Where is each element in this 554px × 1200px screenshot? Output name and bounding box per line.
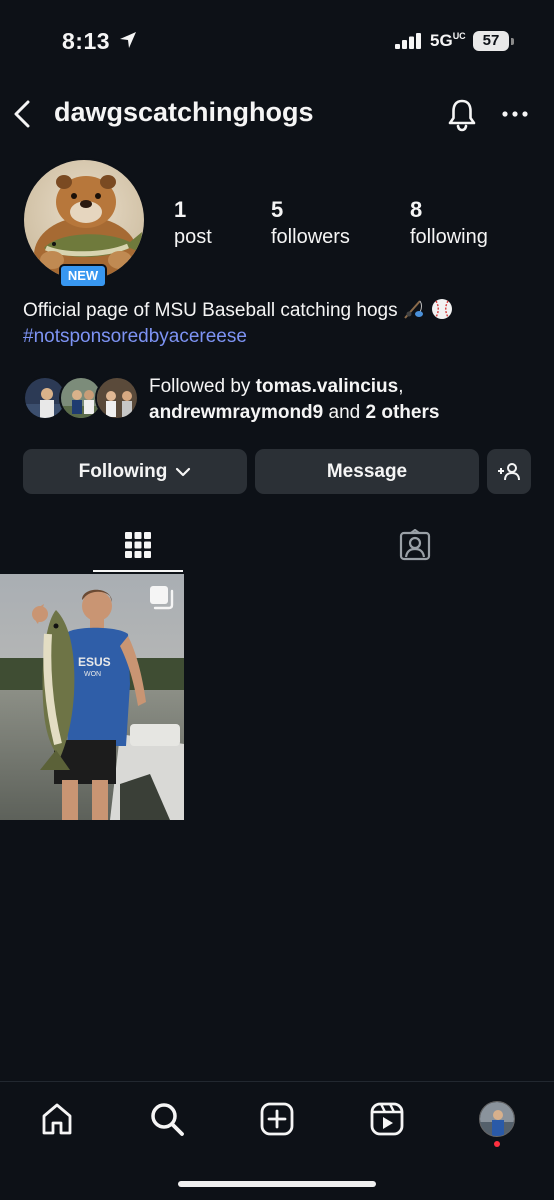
grid-icon [125,532,151,558]
profile-bio: Official page of MSU Baseball catching h… [23,297,533,350]
network-indicator: 5GUC [430,31,466,50]
location-arrow-icon [120,32,136,48]
nav-search[interactable] [147,1099,187,1139]
stat-followers[interactable]: 5 followers [271,196,350,250]
followers-count: 5 [271,197,284,222]
nav-profile[interactable] [477,1099,517,1139]
bio-hashtag-link[interactable]: #notsponsoredbyacereese [23,326,247,347]
suggest-people-button[interactable] [487,449,531,494]
baseball-emoji-icon [432,299,453,319]
svg-text:ESUS: ESUS [78,655,111,669]
bio-text: Official page of MSU Baseball catching h… [23,300,398,321]
following-button[interactable]: Following [23,449,247,494]
follower-avatar [95,376,139,420]
chevron-down-icon [176,467,191,476]
tagged-icon [399,529,431,561]
tab-posts-grid[interactable] [93,520,183,570]
followed-by-avatars[interactable] [23,376,141,422]
profile-username: dawgscatchinghogs [54,97,314,127]
add-person-icon [498,462,520,480]
following-count: 8 [410,197,423,222]
tab-tagged[interactable] [370,520,460,570]
followed-by-user[interactable]: andrewmraymond9 [149,402,323,423]
signal-icon [395,33,421,49]
message-button[interactable]: Message [255,449,479,494]
stat-posts[interactable]: 1 post [174,196,212,250]
more-icon[interactable] [501,106,529,122]
status-bar: 8:13 5GUC 57 [0,0,554,84]
posts-count: 1 [174,197,187,222]
notification-dot [494,1141,500,1147]
nav-create[interactable] [257,1099,297,1139]
reels-icon [370,1102,404,1136]
home-indicator [178,1181,376,1187]
followed-by-others[interactable]: 2 others [366,402,440,423]
bell-icon[interactable] [446,98,478,132]
fishing-pole-emoji-icon [404,300,423,319]
nav-reels[interactable] [367,1099,407,1139]
posts-label: post [174,226,212,248]
status-time: 8:13 [62,28,111,54]
fishing-photo: ESUS WON [0,574,184,820]
followed-by-text[interactable]: Followed by tomas.valincius, andrewmraym… [149,374,539,426]
followers-label: followers [271,226,350,248]
following-button-label: Following [78,460,168,482]
multiple-posts-icon [150,586,174,610]
message-button-label: Message [326,460,408,482]
battery-tip [511,38,514,45]
following-label: following [410,226,488,248]
active-tab-indicator [93,570,183,572]
stat-following[interactable]: 8 following [410,196,488,250]
search-icon [151,1103,184,1136]
nav-home[interactable] [37,1099,77,1139]
home-icon [42,1103,72,1135]
new-badge: NEW [59,264,107,288]
battery-indicator: 57 [473,31,509,51]
post-thumbnail[interactable]: ESUS WON [0,574,184,820]
create-icon [260,1102,294,1136]
back-icon[interactable] [10,98,34,130]
svg-text:WON: WON [84,671,101,678]
nav-profile-avatar [479,1101,515,1137]
followed-by-user[interactable]: tomas.valincius [256,376,399,397]
